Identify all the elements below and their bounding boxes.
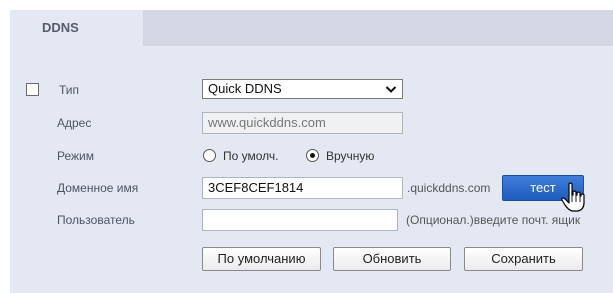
tab-bar: DDNS <box>10 10 613 46</box>
domain-row: Доменное имя 3CEF8CEF1814 .quickddns.com… <box>10 175 613 201</box>
hand-pointer-icon <box>561 182 585 212</box>
refresh-button[interactable]: Обновить <box>333 247 451 271</box>
address-row: Адрес www.quickddns.com <box>10 112 613 134</box>
type-row: Тип Quick DDNS <box>10 79 613 101</box>
chevron-down-icon <box>385 86 397 93</box>
mode-row: Режим По умолч. Вручную <box>10 145 613 167</box>
tab-ddns[interactable]: DDNS <box>10 10 143 46</box>
save-button[interactable]: Сохранить <box>464 247 583 271</box>
user-input[interactable] <box>202 209 398 231</box>
ddns-settings-panel: DDNS Тип Quick DDNS Адрес www.quickddns.… <box>10 10 613 293</box>
mode-default-label: По умолч. <box>223 149 279 163</box>
type-label: Тип <box>59 83 80 97</box>
mode-default-radio[interactable] <box>203 149 216 162</box>
mode-label: Режим <box>57 149 94 163</box>
action-buttons: По умолчанию Обновить Сохранить <box>10 247 613 271</box>
user-row: Пользователь (Опционал.)введите почт. ящ… <box>10 209 613 231</box>
mode-manual-label: Вручную <box>326 149 375 163</box>
user-label: Пользователь <box>57 213 135 227</box>
mode-manual-radio[interactable] <box>306 149 319 162</box>
type-select[interactable]: Quick DDNS <box>202 79 403 99</box>
enable-checkbox[interactable] <box>26 83 39 96</box>
domain-suffix: .quickddns.com <box>407 181 491 195</box>
type-select-value: Quick DDNS <box>208 81 282 96</box>
default-button[interactable]: По умолчанию <box>202 247 321 271</box>
address-input: www.quickddns.com <box>202 112 403 134</box>
address-label: Адрес <box>57 116 92 130</box>
domain-input[interactable]: 3CEF8CEF1814 <box>202 177 403 199</box>
domain-label: Доменное имя <box>57 181 139 195</box>
